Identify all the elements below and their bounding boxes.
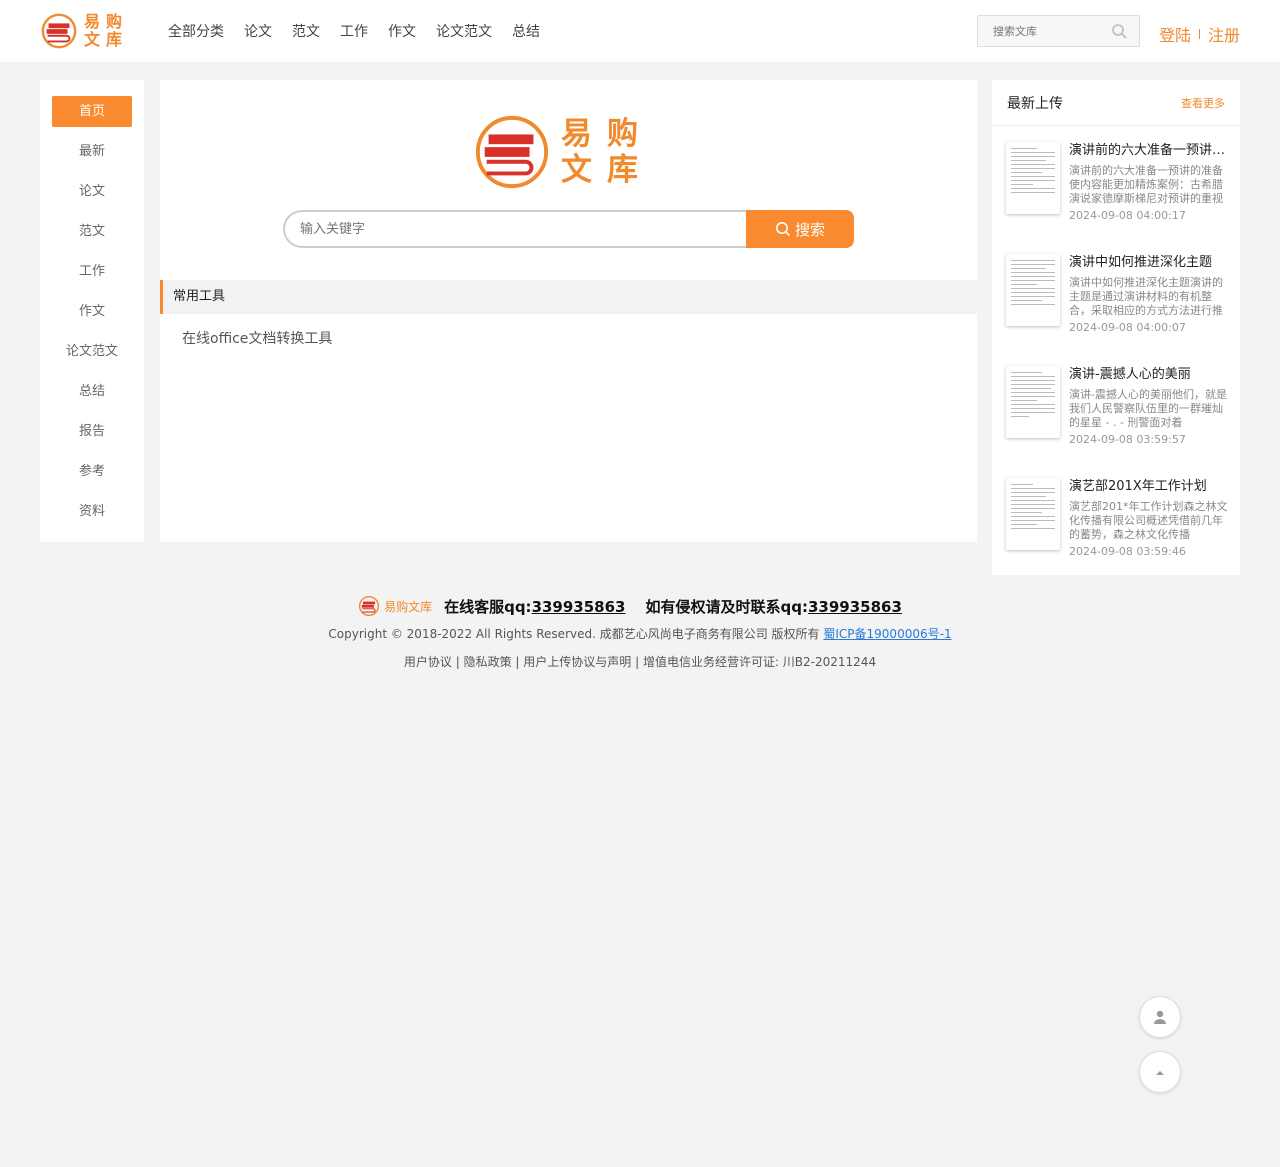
sidebar-item-paper-samples[interactable]: 论文范文 [52, 336, 132, 367]
left-sidebar: 首页 最新 论文 范文 工作 作文 论文范文 总结 报告 参考 资料 [40, 80, 144, 542]
infringe-qq: 如有侵权请及时联系qq:339935863 [646, 596, 902, 617]
tool-office-converter[interactable]: 在线office文档转换工具 [182, 328, 332, 348]
main-search-button[interactable]: 搜索 [746, 210, 854, 248]
logo-char: 易 [84, 12, 101, 31]
footer-links: 用户协议 | 隐私政策 | 用户上传协议与声明 | 增值电信业务经营许可证: 川… [403, 655, 877, 669]
book-logo-icon [359, 595, 380, 617]
sidebar-item-home[interactable]: 首页 [52, 96, 132, 127]
icp-link[interactable]: 蜀ICP备19000006号-1 [823, 627, 951, 641]
hero-section: 易 购 文 库 搜索 [160, 80, 977, 280]
user-icon [1154, 1010, 1166, 1024]
doc-thumbnail [1006, 478, 1060, 550]
doc-desc: 演讲中如何推进深化主题演讲的主题是通过演讲材料的有机整合，采取相应的方式方法进行… [1069, 276, 1223, 317]
doc-desc: 演讲前的六大准备一预讲的准备使内容能更加精炼案例：古希腊演说家德摩斯梯尼对预讲的… [1069, 164, 1223, 205]
logo-char: 购 [607, 116, 638, 152]
login-link[interactable]: 登陆 [1159, 22, 1191, 46]
view-more-link[interactable]: 查看更多 [1181, 95, 1225, 111]
search-icon[interactable] [1111, 23, 1127, 39]
search-icon [775, 222, 791, 237]
doc-title: 演讲中如何推进深化主题 [1069, 255, 1213, 270]
logo-text: 易 购 文 库 [84, 13, 128, 49]
main-search-input[interactable] [283, 210, 746, 248]
nav-paper-samples[interactable]: 论文范文 [436, 22, 492, 42]
doc-thumbnail [1006, 366, 1060, 438]
nav-all-categories[interactable]: 全部分类 [168, 22, 224, 42]
doc-list-item[interactable]: 演讲前的六大准备一预讲的准备使内容能更加精炼案例 演讲前的六大准备一预讲的准备使… [1006, 142, 1229, 232]
doc-desc: 演讲-震撼人心的美丽他们，就是我们人民警察队伍里的一群璀灿的星星 - . - 刑… [1069, 388, 1227, 429]
footer-contact-row: 易购文库 在线客服qq:339935863 如有侵权请及时联系qq:339935… [0, 592, 1280, 620]
doc-title: 演艺部201X年工作计划 [1069, 479, 1207, 494]
logo-char: 库 [106, 30, 123, 49]
latest-uploads-title: 最新上传 [1007, 95, 1063, 112]
doc-thumbnail [1006, 254, 1060, 326]
caret-up-icon [1156, 1071, 1164, 1075]
copyright-row: Copyright © 2018-2022 All Rights Reserve… [0, 624, 1280, 644]
doc-time: 2024-09-08 04:00:07 [1069, 321, 1186, 334]
nav-papers[interactable]: 论文 [244, 22, 272, 42]
doc-thumbnail [1006, 142, 1060, 214]
doc-time: 2024-09-08 03:59:57 [1069, 433, 1186, 446]
user-float-button[interactable] [1139, 996, 1181, 1038]
latest-uploads-header: 最新上传 查看更多 [992, 80, 1240, 126]
book-logo-icon [41, 13, 77, 49]
sidebar-item-essays[interactable]: 作文 [52, 296, 132, 327]
hero-logo-text: 易 购 文 库 [561, 116, 653, 188]
footer-logo-text: 易购文库 [384, 599, 433, 614]
doc-list-item[interactable]: 演讲-震撼人心的美丽 演讲-震撼人心的美丽他们，就是我们人民警察队伍里的一群璀灿… [1006, 366, 1228, 456]
logo-char: 购 [106, 12, 123, 31]
copyright-text: Copyright © 2018-2022 All Rights Reserve… [328, 627, 820, 641]
doc-list-item[interactable]: 演讲中如何推进深化主题 演讲中如何推进深化主题演讲的主题是通过演讲材料的有机整合… [1006, 254, 1228, 344]
doc-title: 演讲-震撼人心的美丽 [1069, 367, 1191, 382]
logo-char: 文 [561, 152, 592, 188]
header-search [977, 15, 1140, 47]
hero-logo: 易 购 文 库 [473, 112, 663, 192]
sidebar-item-work[interactable]: 工作 [52, 256, 132, 287]
book-logo-icon [475, 115, 549, 189]
search-button-label: 搜索 [794, 220, 825, 239]
main-search: 搜索 [283, 210, 854, 248]
nav-samples[interactable]: 范文 [292, 22, 320, 42]
latest-uploads-panel: 最新上传 查看更多 演讲前的六大准备一预讲的准备使内容能更加精炼案例 演讲前的六… [992, 80, 1240, 575]
top-nav: 全部分类 论文 范文 工作 作文 论文范文 总结 [168, 22, 560, 42]
sidebar-item-latest[interactable]: 最新 [52, 136, 132, 167]
sidebar-item-reports[interactable]: 报告 [52, 416, 132, 447]
site-logo[interactable]: 易 购 文 库 [40, 10, 136, 52]
logo-char: 易 [561, 116, 592, 152]
nav-work[interactable]: 工作 [340, 22, 368, 42]
register-link[interactable]: 注册 [1208, 22, 1240, 46]
main-content: 易 购 文 库 搜索 常用工具 在线office文档转换工具 [160, 80, 977, 542]
header-search-input[interactable] [978, 16, 1108, 46]
logo-char: 库 [607, 152, 638, 188]
footer-logo: 易购文库 [358, 595, 432, 617]
logo-char: 文 [84, 30, 101, 49]
service-qq: 在线客服qq:339935863 [444, 596, 625, 617]
back-to-top-button[interactable] [1139, 1051, 1181, 1093]
sidebar-item-papers[interactable]: 论文 [52, 176, 132, 207]
nav-summaries[interactable]: 总结 [512, 22, 540, 42]
sidebar-item-materials[interactable]: 资料 [52, 496, 132, 527]
doc-desc: 演艺部201*年工作计划森之林文化传播有限公司概述凭借前几年的蓄势，森之林文化传… [1069, 500, 1228, 541]
page-footer: 易购文库 在线客服qq:339935863 如有侵权请及时联系qq:339935… [0, 592, 1280, 672]
top-header: 易 购 文 库 全部分类 论文 范文 工作 作文 论文范文 总结 登陆 注册 [0, 0, 1280, 62]
doc-time: 2024-09-08 03:59:46 [1069, 545, 1186, 558]
nav-essays[interactable]: 作文 [388, 22, 416, 42]
infringe-qq-label: 如有侵权请及时联系qq: [645, 597, 808, 616]
sidebar-item-reference[interactable]: 参考 [52, 456, 132, 487]
sidebar-item-summaries[interactable]: 总结 [52, 376, 132, 407]
infringe-qq-number[interactable]: 339935863 [808, 598, 902, 616]
service-qq-label: 在线客服qq: [444, 597, 532, 616]
auth-divider [1199, 29, 1201, 39]
service-qq-number[interactable]: 339935863 [532, 598, 626, 616]
doc-title: 演讲前的六大准备一预讲的准备使内容能更加精炼案例 [1069, 143, 1229, 158]
tools-heading: 常用工具 [160, 280, 977, 314]
doc-time: 2024-09-08 04:00:17 [1069, 209, 1186, 222]
doc-list-item[interactable]: 演艺部201X年工作计划 演艺部201*年工作计划森之林文化传播有限公司概述凭借… [1006, 478, 1228, 568]
sidebar-item-samples[interactable]: 范文 [52, 216, 132, 247]
auth-links: 登陆 注册 [1159, 22, 1240, 46]
